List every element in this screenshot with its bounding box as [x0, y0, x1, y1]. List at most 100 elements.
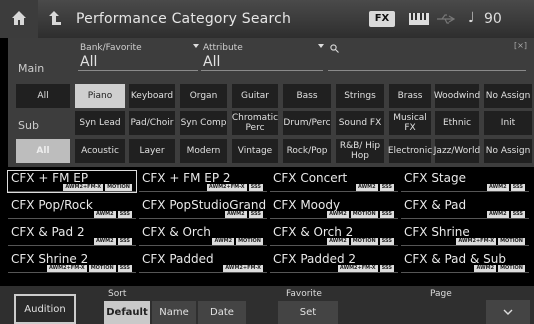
result-name: CFX Moody	[273, 198, 341, 212]
type-badge: SSS	[510, 211, 525, 218]
result-badges: AWM2 SSS	[94, 211, 132, 218]
result-divider	[139, 272, 267, 273]
result-badges: AWM2 MOTION	[474, 265, 525, 272]
result-item[interactable]: CFX + FM EP AWM2+FM-X MOTION	[7, 170, 137, 193]
result-name: CFX Concert	[273, 171, 348, 185]
result-item[interactable]: CFX & Orch AWM2 MOTION	[139, 225, 267, 246]
type-badge: AWM2	[327, 238, 349, 245]
main-category-no-assign[interactable]: No Assign	[484, 84, 532, 108]
result-divider	[401, 218, 529, 219]
result-item[interactable]: CFX + FM EP 2 AWM2+FM-X SSS	[139, 171, 267, 192]
type-badge: SSS	[510, 184, 525, 191]
result-item[interactable]: CFX Pop/Rock AWM2 SSS	[8, 198, 136, 219]
result-item[interactable]: CFX & Pad & Sub AWM2 MOTION	[401, 252, 529, 273]
type-badge: AWM2+FM-X	[223, 265, 263, 272]
fx-indicator[interactable]: FX	[369, 11, 395, 27]
attribute-value[interactable]: All	[203, 54, 220, 70]
result-item[interactable]: CFX Shrine 2 AWM2+FM-X MOTION SSS	[8, 252, 136, 273]
result-divider	[8, 272, 136, 273]
main-category-bass[interactable]: Bass	[283, 84, 331, 108]
result-item[interactable]: CFX PopStudioGrand AWM2 SSS	[139, 198, 267, 219]
result-divider	[401, 191, 529, 192]
result-item[interactable]: CFX & Orch 2 AWM2 MOTION SSS	[270, 225, 398, 246]
sub-category-electronic[interactable]: Electronic	[388, 139, 432, 163]
result-item[interactable]: CFX Padded AWM2+FM-X	[139, 252, 267, 273]
attribute-field-underline	[201, 70, 323, 71]
bottom-bar	[0, 286, 534, 324]
main-category-brass[interactable]: Brass	[389, 84, 431, 108]
main-category-chromatic-perc[interactable]: Chromatic Perc	[232, 111, 278, 135]
result-name: CFX Padded	[142, 252, 214, 266]
main-category-guitar[interactable]: Guitar	[232, 84, 278, 108]
result-badges: AWM2 SSS	[225, 211, 263, 218]
main-category-sound-fx[interactable]: Sound FX	[336, 111, 384, 135]
result-name: CFX + FM EP 2	[142, 171, 231, 185]
type-badge: AWM2	[356, 184, 378, 191]
main-category-syn-comp[interactable]: Syn Comp	[180, 111, 227, 135]
bank-favorite-value[interactable]: All	[80, 54, 97, 70]
main-category-organ[interactable]: Organ	[180, 84, 227, 108]
home-button[interactable]	[0, 0, 38, 38]
type-badge: AWM2	[487, 211, 509, 218]
sub-category-no-assign[interactable]: No Assign	[484, 139, 532, 163]
main-category-pad-choir[interactable]: Pad/Choir	[129, 111, 175, 135]
sub-category-rock-pop[interactable]: Rock/Pop	[283, 139, 331, 163]
type-badge: MOTION	[350, 211, 378, 218]
sub-category-modern[interactable]: Modern	[180, 139, 227, 163]
bank-dropdown-arrow-icon	[193, 44, 199, 48]
audition-button[interactable]: Audition	[14, 294, 76, 324]
main-category-musical-fx[interactable]: Musical FX	[389, 111, 431, 135]
result-item[interactable]: CFX Stage AWM2 SSS	[401, 171, 529, 192]
result-divider	[270, 191, 398, 192]
result-divider	[401, 272, 529, 273]
main-category-drum-perc[interactable]: Drum/Perc	[283, 111, 331, 135]
result-item[interactable]: CFX Shrine AWM2+FM-X MOTION	[401, 225, 529, 246]
main-category-syn-lead[interactable]: Syn Lead	[75, 111, 125, 135]
sub-category-all[interactable]: All	[16, 139, 70, 163]
main-category-all[interactable]: All	[16, 84, 70, 108]
search-clear-icon[interactable]: [×]	[514, 41, 527, 50]
type-badge: MOTION	[236, 238, 263, 245]
main-category-init[interactable]: Init	[484, 111, 532, 135]
main-category-ethnic[interactable]: Ethnic	[435, 111, 479, 135]
back-button[interactable]	[38, 0, 70, 38]
result-badges: AWM2+FM-X MOTION	[63, 184, 132, 191]
sub-category-jazz-world[interactable]: Jazz/World	[434, 139, 480, 163]
right-icons	[472, 0, 534, 38]
type-badge: AWM2+FM-X	[337, 265, 378, 272]
result-item[interactable]: CFX Moody AWM2 MOTION SSS	[270, 198, 398, 219]
result-name: CFX & Pad 2	[11, 225, 85, 239]
type-badge: MOTION	[350, 238, 378, 245]
type-badge: MOTION	[88, 265, 116, 272]
result-name: CFX & Orch	[142, 225, 211, 239]
sub-category-vintage[interactable]: Vintage	[232, 139, 278, 163]
type-badge: SSS	[379, 211, 394, 218]
sub-category-layer[interactable]: Layer	[129, 139, 175, 163]
sort-default-button[interactable]: Default	[104, 301, 150, 324]
result-divider	[401, 245, 529, 246]
result-item[interactable]: CFX Padded 2 AWM2+FM-X SSS	[270, 252, 398, 273]
main-category-piano[interactable]: Piano	[75, 84, 125, 108]
type-badge: MOTION	[498, 238, 525, 245]
main-category-woodwind[interactable]: Woodwind	[434, 84, 480, 108]
main-category-keyboard[interactable]: Keyboard	[129, 84, 175, 108]
result-item[interactable]: CFX & Pad 2 AWM2 SSS	[8, 225, 136, 246]
result-name: CFX Shrine 2	[11, 252, 89, 266]
result-item[interactable]: CFX Concert AWM2 SSS	[270, 171, 398, 192]
sort-name-button[interactable]: Name	[152, 301, 196, 324]
page-down-button[interactable]	[486, 300, 530, 324]
search-input[interactable]	[343, 40, 523, 68]
type-badge: SSS	[117, 265, 132, 272]
result-divider	[8, 218, 136, 219]
type-badge: SSS	[379, 184, 394, 191]
sub-category-label: Sub	[18, 119, 39, 132]
search-icon	[330, 44, 339, 53]
sub-category-r-b-hip-hop[interactable]: R&B/ Hip Hop	[336, 139, 384, 163]
main-category-strings[interactable]: Strings	[336, 84, 384, 108]
type-badge: AWM2	[474, 265, 497, 272]
favorite-set-button[interactable]: Set	[278, 301, 338, 324]
result-item[interactable]: CFX & Pad AWM2 SSS	[401, 198, 529, 219]
sort-date-button[interactable]: Date	[198, 301, 246, 324]
result-divider	[8, 191, 136, 192]
sub-category-acoustic[interactable]: Acoustic	[75, 139, 125, 163]
